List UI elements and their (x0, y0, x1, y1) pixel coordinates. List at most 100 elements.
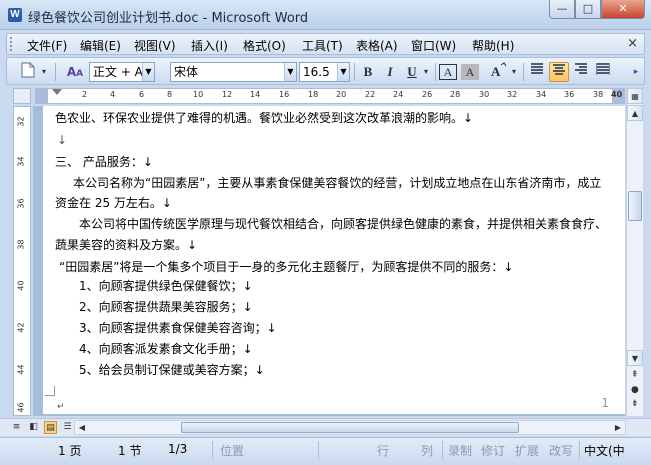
bold-button[interactable]: B (359, 62, 377, 82)
scroll-left-icon[interactable]: ◀ (75, 421, 89, 434)
menu-format[interactable]: 格式(O) (243, 37, 286, 54)
maximize-button[interactable]: □ (575, 0, 601, 19)
menu-tools[interactable]: 工具(T) (302, 37, 343, 54)
language-indicator[interactable]: 中文(中 (584, 442, 625, 459)
minimize-button[interactable]: — (549, 0, 575, 19)
distributed-align-icon[interactable] (593, 62, 613, 82)
menu-window[interactable]: 窗口(W) (411, 37, 456, 54)
toolbar-separator (55, 63, 56, 81)
scroll-thumb[interactable] (628, 191, 642, 221)
font-combo[interactable]: 宋体 ▼ (170, 62, 297, 82)
page-corner-mark (45, 386, 55, 396)
align-right-icon[interactable] (571, 62, 591, 82)
style-combo[interactable]: 正文 + Aria ▼ (89, 62, 155, 82)
word-app-icon[interactable]: W (8, 8, 22, 22)
window-title: 绿色餐饮公司创业计划书.doc - Microsoft Word (28, 11, 309, 26)
status-page-of: 1/3 (168, 442, 188, 456)
paragraph[interactable]: 资金在 25 万左右。↓ (55, 195, 172, 211)
list-item[interactable]: 5、给会员制订保健或美容方案；↓ (79, 362, 265, 378)
status-column: 列 (421, 444, 434, 458)
underline-dropdown-icon[interactable]: ▾ (421, 62, 431, 82)
select-browse-object-icon[interactable]: ● (631, 385, 639, 395)
ruler-number: 34 (536, 90, 547, 99)
track-changes-indicator[interactable]: 修订 (481, 442, 505, 459)
formatting-toolbar: ▾ AA 正文 + Aria ▼ 宋体 ▼ 16.5 ▼ B I U ▾ A A… (6, 57, 645, 85)
web-layout-view-icon[interactable]: ◧ (27, 421, 40, 434)
menu-view[interactable]: 视图(V) (134, 37, 176, 54)
paragraph-mark[interactable]: ↓ (57, 132, 67, 148)
view-bar: ≡ ◧ ▤ ☰ ◀ ▶ (0, 418, 651, 436)
menu-edit[interactable]: 编辑(E) (80, 37, 121, 54)
hscroll-thumb[interactable] (181, 422, 519, 433)
extend-selection-indicator[interactable]: 扩展 (515, 442, 539, 459)
first-line-indent-marker[interactable] (52, 89, 62, 103)
toolbar-separator (354, 63, 355, 81)
status-separator (318, 441, 319, 459)
scroll-down-icon[interactable]: ▼ (627, 350, 643, 366)
toolbar-separator (523, 63, 524, 81)
list-item[interactable]: 2、向顾客提供蔬果美容服务；↓ (79, 299, 253, 315)
italic-button[interactable]: I (381, 62, 399, 82)
svg-text:A: A (491, 64, 501, 79)
print-layout-view-icon[interactable]: ▤ (44, 421, 57, 434)
vruler-number: 34 (16, 156, 26, 167)
menu-table[interactable]: 表格(A) (356, 37, 398, 54)
new-document-icon[interactable] (19, 62, 37, 82)
new-dropdown-icon[interactable]: ▾ (39, 62, 49, 82)
list-item[interactable]: 3、向顾客提供素食保健美容咨询；↓ (79, 320, 277, 336)
chevron-down-icon[interactable]: ▼ (142, 63, 154, 81)
align-center-icon[interactable] (549, 62, 569, 82)
character-scaling-icon[interactable]: A (487, 62, 509, 82)
chevron-down-icon[interactable]: ▼ (337, 63, 349, 81)
normal-view-icon[interactable]: ≡ (10, 421, 23, 434)
toolbar-options-icon[interactable]: ▸ (629, 62, 643, 82)
document-page[interactable]: 色农业、环保农业提供了难得的机遇。餐饮业必然受到这次改革浪潮的影响。↓ ↓ 三、… (43, 106, 625, 414)
horizontal-ruler[interactable]: 2 4 6 8 10 12 14 16 18 20 22 24 26 28 30… (35, 88, 625, 104)
vertical-ruler[interactable]: 32 34 36 38 40 42 44 46 (13, 106, 31, 416)
list-item[interactable]: 4、向顾客派发素食文化手册；↓ (79, 341, 253, 357)
character-border-button[interactable]: A (439, 64, 457, 80)
align-justify-icon[interactable] (527, 62, 547, 82)
close-document-icon[interactable]: × (627, 36, 638, 51)
overtype-indicator[interactable]: 改写 (549, 442, 573, 459)
record-macro-indicator[interactable]: 录制 (448, 442, 472, 459)
vruler-number: 36 (16, 198, 26, 209)
character-shading-button[interactable]: A (461, 64, 479, 80)
ruler-number: 38 (593, 90, 604, 99)
list-item[interactable]: 1、向顾客提供绿色保健餐饮；↓ (79, 278, 253, 294)
close-button[interactable]: ✕ (601, 0, 645, 19)
scaling-dropdown-icon[interactable]: ▾ (509, 62, 519, 82)
scroll-right-icon[interactable]: ▶ (611, 421, 625, 434)
menu-file[interactable]: 文件(F) (27, 37, 67, 54)
scroll-up-icon[interactable]: ▲ (627, 105, 643, 121)
paragraph[interactable]: 色农业、环保农业提供了难得的机遇。餐饮业必然受到这次改革浪潮的影响。↓ (55, 110, 473, 126)
ruler-toggle-icon[interactable]: ▦ (627, 88, 643, 104)
outline-view-icon[interactable]: ☰ (61, 421, 74, 434)
vruler-number: 44 (16, 364, 26, 375)
ruler-number: 40 (611, 90, 623, 99)
styles-formatting-icon[interactable]: AA (63, 62, 87, 82)
ruler-number: 4 (110, 90, 116, 99)
horizontal-scrollbar[interactable]: ◀ ▶ (74, 420, 626, 435)
font-size-combo[interactable]: 16.5 ▼ (299, 62, 350, 82)
ruler-number: 36 (564, 90, 575, 99)
underline-button[interactable]: U (403, 62, 421, 82)
vruler-number: 40 (16, 280, 26, 291)
ruler-number: 26 (422, 90, 433, 99)
page-number: 1 (601, 396, 609, 410)
menu-help[interactable]: 帮助(H) (472, 37, 514, 54)
status-bar: 1 页 1 节 1/3 位置 行 列 录制 修订 扩展 改写 中文(中 (0, 437, 651, 465)
menu-insert[interactable]: 插入(I) (191, 37, 228, 54)
section-heading[interactable]: 三、 产品服务：↓ (55, 154, 153, 170)
next-page-icon[interactable]: ⇟ (631, 399, 639, 409)
paragraph[interactable]: 本公司名称为“田园素居”，主要从事素食保健美容餐饮的经营，计划成立地点在山东省济… (73, 175, 601, 191)
vertical-scrollbar[interactable]: ▦ ▲ ▼ ⇞ ● ⇟ (626, 88, 643, 416)
chevron-down-icon[interactable]: ▼ (284, 63, 296, 81)
previous-page-icon[interactable]: ⇞ (631, 370, 639, 380)
ruler-number: 28 (450, 90, 461, 99)
menu-grip[interactable] (10, 37, 13, 51)
ruler-tab-selector[interactable] (13, 88, 31, 104)
paragraph[interactable]: “田园素居”将是一个集多个项目于一身的多元化主题餐厅，为顾客提供不同的服务：↓ (59, 259, 514, 275)
paragraph[interactable]: 本公司将中国传统医学原理与现代餐饮相结合，向顾客提供绿色健康的素食，并提供相关素… (79, 216, 607, 232)
paragraph[interactable]: 蔬果美容的资料及方案。↓ (55, 237, 197, 253)
